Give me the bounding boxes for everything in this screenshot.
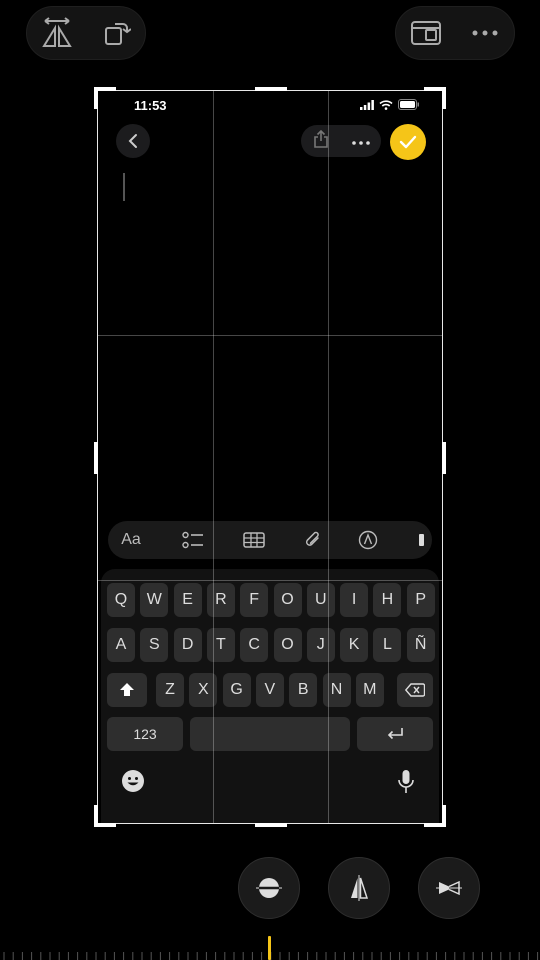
checklist-icon bbox=[182, 531, 203, 549]
status-time: 11:53 bbox=[134, 98, 167, 113]
crop-handle-right[interactable] bbox=[442, 442, 446, 474]
key-u[interactable]: U bbox=[306, 583, 335, 617]
emoji-button[interactable] bbox=[121, 769, 145, 798]
key-c[interactable]: C bbox=[240, 628, 269, 662]
key-ñ[interactable]: Ñ bbox=[406, 628, 435, 662]
chevron-left-icon bbox=[128, 134, 137, 148]
more-icon bbox=[472, 30, 497, 36]
straighten-icon bbox=[256, 878, 282, 898]
crop-handle-top-left[interactable] bbox=[94, 87, 116, 109]
key-o[interactable]: O bbox=[273, 628, 302, 662]
text-style-button[interactable]: Aa bbox=[116, 521, 146, 559]
key-x[interactable]: X bbox=[189, 673, 218, 707]
key-z[interactable]: Z bbox=[156, 673, 184, 707]
text-cursor bbox=[123, 173, 125, 201]
ruler-position-marker[interactable] bbox=[268, 936, 271, 960]
key-w[interactable]: W bbox=[140, 583, 169, 617]
more-button[interactable] bbox=[465, 13, 505, 53]
aspect-ratio-icon bbox=[410, 21, 441, 45]
grid-line bbox=[98, 335, 442, 336]
note-actions bbox=[301, 125, 381, 157]
markup-button[interactable] bbox=[353, 521, 383, 559]
key-l[interactable]: L bbox=[373, 628, 402, 662]
shift-icon bbox=[120, 683, 134, 696]
aspect-toolbar bbox=[395, 6, 515, 60]
share-button[interactable] bbox=[313, 129, 329, 153]
status-icons bbox=[360, 99, 420, 110]
space-key[interactable] bbox=[190, 717, 350, 751]
aspect-ratio-button[interactable] bbox=[406, 13, 446, 53]
key-h[interactable]: H bbox=[373, 583, 402, 617]
paperclip-icon bbox=[305, 531, 319, 546]
key-s[interactable]: S bbox=[140, 628, 169, 662]
vertical-perspective-icon bbox=[351, 875, 369, 901]
return-key[interactable] bbox=[357, 717, 433, 751]
key-b[interactable]: B bbox=[289, 673, 318, 707]
crop-handle-bottom[interactable] bbox=[255, 823, 287, 827]
done-button[interactable] bbox=[390, 124, 426, 160]
text-style-label: Aa bbox=[121, 531, 141, 548]
transform-toolbar bbox=[26, 6, 146, 60]
dictation-button[interactable] bbox=[397, 769, 415, 800]
back-button[interactable] bbox=[116, 124, 150, 158]
horizontal-perspective-icon bbox=[436, 880, 462, 896]
ellipsis-icon bbox=[351, 141, 370, 145]
key-j[interactable]: J bbox=[306, 628, 335, 662]
key-d[interactable]: D bbox=[173, 628, 202, 662]
shift-key[interactable] bbox=[107, 673, 147, 707]
flip-horizontal-icon bbox=[41, 17, 72, 47]
key-p[interactable]: P bbox=[406, 583, 435, 617]
wifi-icon bbox=[379, 99, 393, 110]
battery-icon bbox=[398, 99, 419, 110]
overflow-indicator bbox=[418, 534, 424, 546]
straighten-button[interactable] bbox=[238, 857, 300, 919]
backspace-icon bbox=[405, 683, 425, 697]
numbers-key[interactable]: 123 bbox=[107, 717, 183, 751]
microphone-icon bbox=[398, 770, 414, 793]
format-bar: Aa bbox=[108, 521, 432, 559]
key-r[interactable]: R bbox=[206, 583, 235, 617]
rotate-button[interactable] bbox=[96, 13, 136, 53]
markup-pen-icon bbox=[358, 530, 378, 550]
return-icon bbox=[387, 728, 403, 740]
checkmark-icon bbox=[399, 135, 417, 149]
key-g[interactable]: G bbox=[222, 673, 251, 707]
crop-handle-top-right[interactable] bbox=[424, 87, 446, 109]
crop-handle-left[interactable] bbox=[94, 442, 98, 474]
key-i[interactable]: I bbox=[340, 583, 369, 617]
key-q[interactable]: Q bbox=[107, 583, 135, 617]
checklist-button[interactable] bbox=[178, 521, 208, 559]
key-n[interactable]: N bbox=[322, 673, 351, 707]
key-a[interactable]: A bbox=[107, 628, 135, 662]
keyboard: QWERFOUIHP ASDTCOJKLÑ ZXGVBNM 123 bbox=[101, 569, 439, 823]
flip-horizontal-button[interactable] bbox=[37, 13, 77, 53]
key-k[interactable]: K bbox=[340, 628, 369, 662]
key-e[interactable]: E bbox=[173, 583, 202, 617]
key-m[interactable]: M bbox=[355, 673, 384, 707]
attachment-button[interactable] bbox=[298, 521, 328, 559]
key-t[interactable]: T bbox=[206, 628, 235, 662]
format-bar-overflow[interactable] bbox=[414, 521, 428, 559]
cellular-signal-icon bbox=[360, 99, 374, 110]
key-v[interactable]: V bbox=[255, 673, 284, 707]
vertical-perspective-button[interactable] bbox=[328, 857, 390, 919]
key-o[interactable]: O bbox=[273, 583, 302, 617]
table-icon bbox=[243, 532, 265, 548]
crop-handle-top[interactable] bbox=[255, 87, 287, 91]
more-options-button[interactable] bbox=[351, 132, 370, 150]
crop-frame[interactable]: 11:53 Aa Q W E R F O U I H P A S D T C O… bbox=[94, 87, 446, 827]
horizontal-perspective-button[interactable] bbox=[418, 857, 480, 919]
table-button[interactable] bbox=[239, 521, 269, 559]
delete-key[interactable] bbox=[397, 673, 433, 707]
share-icon bbox=[313, 129, 328, 148]
key-f[interactable]: F bbox=[240, 583, 269, 617]
emoji-icon bbox=[122, 770, 144, 792]
rotate-icon bbox=[104, 23, 131, 45]
